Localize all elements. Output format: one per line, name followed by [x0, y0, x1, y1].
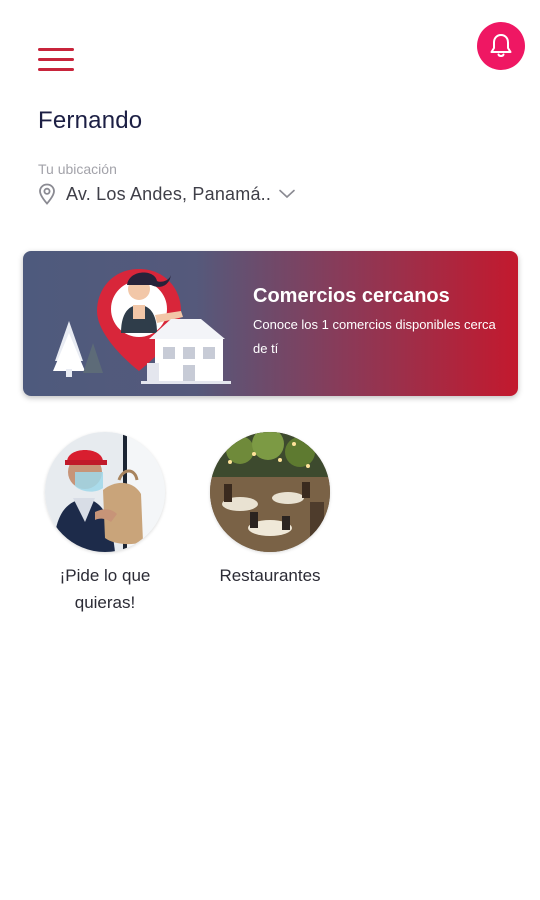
location-label: Tu ubicación — [38, 161, 117, 177]
category-label: ¡Pide lo que quieras! — [59, 566, 151, 612]
location-address: Av. Los Andes, Panamá.. — [66, 183, 272, 204]
user-name: Fernando — [38, 107, 143, 134]
location-selector[interactable]: Av. Los Andes, Panamá.. — [38, 182, 295, 206]
banner-subtitle: Conoce los 1 comercios disponibles cerca… — [253, 317, 496, 356]
menu-button[interactable] — [38, 48, 74, 74]
banner-title: Comercios cercanos — [253, 285, 450, 307]
notifications-button[interactable] — [477, 22, 525, 70]
location-pin-icon — [39, 183, 55, 205]
nearby-stores-banner[interactable]: Comercios cercanos Conoce los 1 comercio… — [23, 251, 518, 396]
bell-icon — [490, 34, 512, 57]
hamburger-menu-icon — [38, 48, 74, 51]
category-restaurants[interactable]: Restaurantes — [195, 432, 345, 589]
chevron-down-icon — [279, 189, 295, 199]
category-label: Restaurantes — [219, 566, 321, 585]
nearby-stores-illustration-icon — [53, 269, 231, 384]
restaurant-image — [210, 432, 330, 552]
delivery-person-image — [45, 432, 165, 552]
category-order-anything[interactable]: ¡Pide lo que quieras! — [30, 432, 180, 616]
